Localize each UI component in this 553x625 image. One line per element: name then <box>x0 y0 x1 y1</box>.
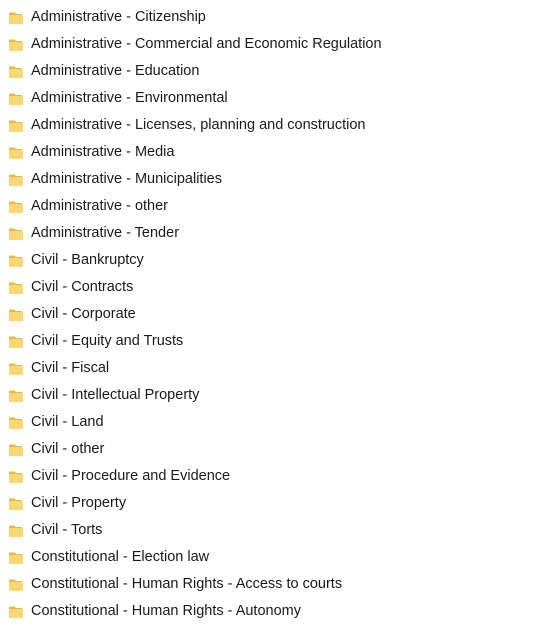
folder-icon <box>9 525 23 537</box>
folder-icon <box>9 309 23 321</box>
folder-icon <box>9 147 23 159</box>
folder-item[interactable]: Administrative - Citizenship <box>0 4 553 31</box>
folder-item[interactable]: Civil - Torts <box>0 517 553 544</box>
folder-item[interactable]: Civil - Intellectual Property <box>0 382 553 409</box>
folder-item[interactable]: Administrative - Education <box>0 58 553 85</box>
folder-icon <box>9 579 23 591</box>
folder-label: Administrative - Tender <box>31 225 180 242</box>
folder-icon <box>9 201 23 213</box>
folder-label: Administrative - Education <box>31 63 200 80</box>
folder-label: Constitutional - Human Rights - Access t… <box>31 576 343 593</box>
folder-label: Administrative - Licenses, planning and … <box>31 117 366 134</box>
folder-label: Civil - Fiscal <box>31 360 110 377</box>
folder-label: Civil - Property <box>31 495 127 512</box>
folder-list: Administrative - Citizenship Administrat… <box>0 0 553 625</box>
folder-item[interactable]: Administrative - Licenses, planning and … <box>0 112 553 139</box>
folder-label: Administrative - Citizenship <box>31 9 206 26</box>
folder-label: Civil - Land <box>31 414 104 431</box>
folder-icon <box>9 255 23 267</box>
folder-label: Administrative - Municipalities <box>31 171 222 188</box>
folder-label: Constitutional - Human Rights - Autonomy <box>31 603 301 620</box>
folder-label: Civil - Bankruptcy <box>31 252 144 269</box>
folder-icon <box>9 444 23 456</box>
folder-label: Civil - Equity and Trusts <box>31 333 184 350</box>
folder-item[interactable]: Constitutional - Election law <box>0 544 553 571</box>
folder-label: Administrative - other <box>31 198 168 215</box>
folder-item[interactable]: Civil - other <box>0 436 553 463</box>
folder-label: Civil - Intellectual Property <box>31 387 200 404</box>
folder-label: Civil - Corporate <box>31 306 136 323</box>
folder-label: Civil - Procedure and Evidence <box>31 468 231 485</box>
folder-icon <box>9 336 23 348</box>
folder-item[interactable]: Administrative - Commercial and Economic… <box>0 31 553 58</box>
folder-item[interactable]: Administrative - Media <box>0 139 553 166</box>
folder-icon <box>9 363 23 375</box>
folder-label: Constitutional - Election law <box>31 549 210 566</box>
folder-icon <box>9 93 23 105</box>
folder-icon <box>9 66 23 78</box>
folder-icon <box>9 12 23 24</box>
folder-item[interactable]: Administrative - other <box>0 193 553 220</box>
folder-item[interactable]: Civil - Corporate <box>0 301 553 328</box>
folder-icon <box>9 606 23 618</box>
folder-item[interactable]: Civil - Fiscal <box>0 355 553 382</box>
folder-item[interactable]: Civil - Equity and Trusts <box>0 328 553 355</box>
folder-label: Administrative - Commercial and Economic… <box>31 36 382 53</box>
folder-icon <box>9 174 23 186</box>
folder-item[interactable]: Civil - Property <box>0 490 553 517</box>
folder-item[interactable]: Administrative - Environmental <box>0 85 553 112</box>
folder-item[interactable]: Civil - Bankruptcy <box>0 247 553 274</box>
folder-icon <box>9 282 23 294</box>
folder-item[interactable]: Administrative - Tender <box>0 220 553 247</box>
folder-item[interactable]: Administrative - Municipalities <box>0 166 553 193</box>
folder-label: Civil - Contracts <box>31 279 134 296</box>
folder-icon <box>9 498 23 510</box>
folder-label: Administrative - Environmental <box>31 90 228 107</box>
folder-label: Administrative - Media <box>31 144 175 161</box>
folder-item[interactable]: Civil - Procedure and Evidence <box>0 463 553 490</box>
folder-icon <box>9 390 23 402</box>
folder-item[interactable]: Constitutional - Human Rights - Access t… <box>0 571 553 598</box>
folder-item[interactable]: Civil - Contracts <box>0 274 553 301</box>
folder-icon <box>9 417 23 429</box>
folder-icon <box>9 228 23 240</box>
folder-item[interactable]: Constitutional - Human Rights - Autonomy <box>0 598 553 625</box>
folder-item[interactable]: Civil - Land <box>0 409 553 436</box>
folder-label: Civil - other <box>31 441 105 458</box>
folder-icon <box>9 120 23 132</box>
folder-label: Civil - Torts <box>31 522 103 539</box>
folder-icon <box>9 471 23 483</box>
folder-icon <box>9 39 23 51</box>
folder-icon <box>9 552 23 564</box>
